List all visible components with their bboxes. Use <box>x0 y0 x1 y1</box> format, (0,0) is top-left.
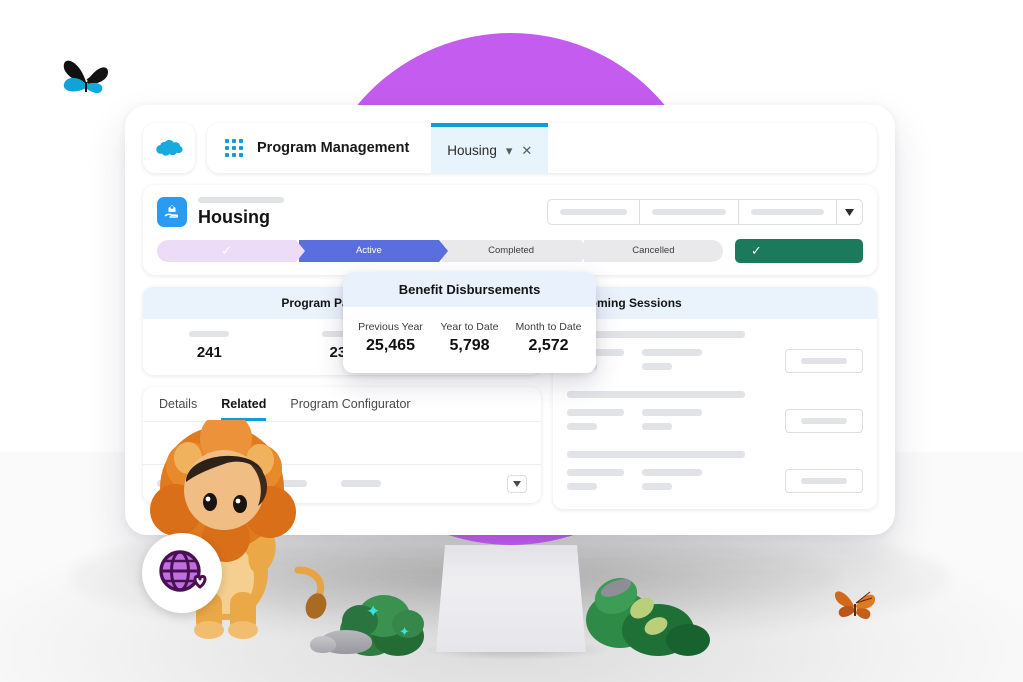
bush-right <box>586 578 710 656</box>
sparkle-icon-2: ✦ <box>399 624 410 639</box>
session-1-button-label-skeleton <box>801 357 847 364</box>
salesforce-cloud-icon <box>156 139 183 156</box>
header-action-button-3[interactable] <box>739 200 837 225</box>
benefit-metric-month-to-date: Month to Date 2,572 <box>509 321 588 355</box>
path-step-complete[interactable]: ✓ <box>157 239 306 262</box>
session-2-col-b <box>642 408 722 437</box>
app-launcher-grid-icon <box>225 139 243 157</box>
session-3-a1 <box>567 468 624 476</box>
nav-strip: Program Management Housing ▾ ✕ <box>207 123 877 173</box>
app-launcher-button[interactable] <box>207 123 257 173</box>
monarch-butterfly-icon <box>834 591 876 620</box>
session-3-col-b <box>642 468 722 497</box>
sparkle-icon-1: ✦ <box>366 602 381 621</box>
globe-heart-icon <box>159 550 207 592</box>
check-icon: ✓ <box>221 242 233 258</box>
benefit-metric-month-to-date-value: 2,572 <box>528 337 569 354</box>
dropdown-caret-icon <box>513 480 521 487</box>
footer-dropdown-button[interactable] <box>507 474 527 493</box>
benefit-metric-previous-year: Previous Year 25,465 <box>351 321 430 355</box>
session-3-details <box>567 468 863 497</box>
session-1-b2 <box>642 362 672 370</box>
tab-program-configurator[interactable]: Program Configurator <box>290 397 410 421</box>
right-column: Upcoming Sessions <box>553 286 877 509</box>
record-header-top: Housing <box>157 197 863 228</box>
session-3-a2 <box>567 482 597 490</box>
benefit-metric-year-to-date-value: 5,798 <box>449 337 490 354</box>
close-icon[interactable]: ✕ <box>521 144 532 157</box>
path-step-active[interactable]: Active <box>299 239 448 262</box>
session-2-a1 <box>567 408 624 416</box>
benefit-disbursements-card: Benefit Disbursements Previous Year 25,4… <box>343 272 596 373</box>
session-3-button-label-skeleton <box>801 477 847 484</box>
mark-status-complete-button[interactable]: ✓ <box>735 238 863 263</box>
path-step-cancelled-label: Cancelled <box>632 245 675 257</box>
session-2-b2 <box>642 422 672 430</box>
check-icon: ✓ <box>751 242 762 258</box>
header-action-group <box>547 199 863 226</box>
navigation-bar: Program Management Housing ▾ ✕ <box>143 123 877 173</box>
path-row: ✓ Active Completed Cancelled ✓ <box>157 238 863 263</box>
upcoming-sessions-title: Upcoming Sessions <box>553 286 877 319</box>
header-action-button-2[interactable] <box>640 200 739 225</box>
tab-housing-label: Housing <box>447 142 497 158</box>
session-2-b1 <box>642 408 702 416</box>
record-subtitle-skeleton <box>198 197 284 203</box>
benefit-metric-month-to-date-label: Month to Date <box>515 321 582 333</box>
tab-related[interactable]: Related <box>221 397 267 421</box>
salesforce-logo-button[interactable] <box>143 123 195 173</box>
session-2-heading-skeleton <box>567 390 745 398</box>
path-step-completed[interactable]: Completed <box>441 239 591 262</box>
upcoming-sessions-panel: Upcoming Sessions <box>553 286 877 509</box>
blue-butterfly-icon <box>63 60 108 94</box>
session-row-2 <box>553 379 877 439</box>
page-title: Housing <box>198 207 270 227</box>
session-2-details <box>567 408 863 437</box>
app-name-label: Program Management <box>257 140 410 156</box>
session-2-action-button[interactable] <box>785 408 863 433</box>
session-3-b1 <box>642 468 702 476</box>
path-step-cancelled[interactable]: Cancelled <box>583 239 723 262</box>
benefit-disbursements-title: Benefit Disbursements <box>343 272 596 307</box>
path-step-completed-label: Completed <box>488 245 535 257</box>
record-header-card: Housing ✓ Active Completed Cancelled ✓ <box>143 185 877 275</box>
record-tabs: Details Related Program Configurator <box>143 387 541 422</box>
session-3-b2 <box>642 482 672 490</box>
session-row-3 <box>553 439 877 499</box>
path-component: ✓ Active Completed Cancelled <box>157 239 723 262</box>
header-actions-dropdown-button[interactable] <box>837 200 862 224</box>
header-action-button-1[interactable] <box>548 200 640 225</box>
globe-heart-badge <box>142 533 222 613</box>
tab-housing[interactable]: Housing ▾ ✕ <box>431 123 549 173</box>
benefit-disbursements-metrics: Previous Year 25,465 Year to Date 5,798 … <box>343 307 596 373</box>
participant-stat-1-label-skeleton <box>189 330 230 337</box>
session-2-col-a <box>567 408 642 437</box>
session-3-col-a <box>567 468 642 497</box>
session-2-button-label-skeleton <box>801 417 847 424</box>
footer-skeleton-3 <box>341 480 381 488</box>
monitor-stand <box>436 545 586 652</box>
dropdown-caret-icon <box>845 208 854 216</box>
session-3-action-button[interactable] <box>785 468 863 493</box>
housing-care-glyph <box>164 205 179 218</box>
benefit-metric-previous-year-value: 25,465 <box>366 337 415 354</box>
session-1-details <box>567 348 863 377</box>
participant-stat-1-value: 241 <box>196 343 222 361</box>
session-row-1 <box>553 319 877 379</box>
session-2-a2 <box>567 422 597 430</box>
record-titles: Housing <box>198 197 284 228</box>
benefit-metric-previous-year-label: Previous Year <box>358 321 423 333</box>
tab-details[interactable]: Details <box>159 397 197 421</box>
path-step-active-label: Active <box>355 245 382 257</box>
session-1-action-button[interactable] <box>785 348 863 373</box>
session-1-b1 <box>642 348 702 356</box>
housing-care-icon <box>157 197 187 227</box>
benefit-metric-year-to-date-label: Year to Date <box>440 321 499 333</box>
benefit-metric-year-to-date: Year to Date 5,798 <box>430 321 509 355</box>
scene-root: ✦ ✦ Program Management Housing ▾ ✕ Housi… <box>0 0 1023 682</box>
session-1-col-b <box>642 348 722 377</box>
participant-stat-1: 241 <box>143 330 276 361</box>
chevron-down-icon[interactable]: ▾ <box>506 144 513 157</box>
session-3-heading-skeleton <box>567 450 745 458</box>
